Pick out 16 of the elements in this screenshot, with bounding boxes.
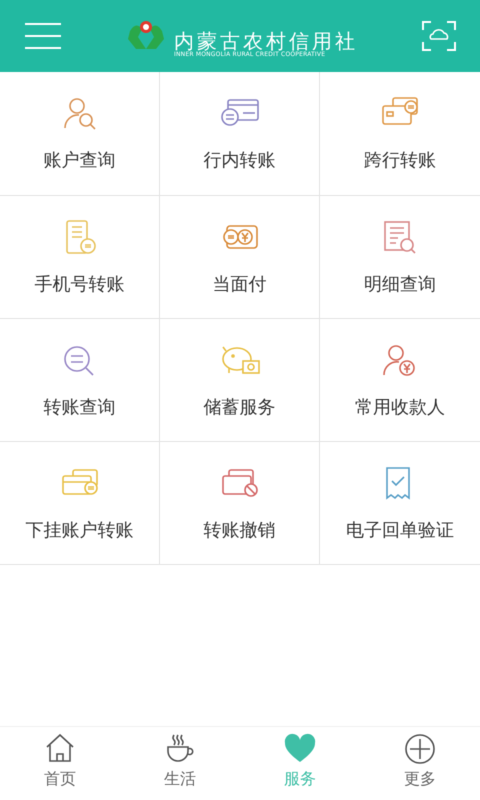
nav-tab[interactable]: 生活 [120,727,240,800]
scan-button[interactable] [422,21,456,51]
service-tile[interactable]: 手机号转账 [0,195,160,318]
nav-tab[interactable]: 更多 [360,727,480,800]
service-tile[interactable]: 转账撤销 [160,441,320,564]
menu-button[interactable] [24,21,62,51]
service-tile[interactable]: 下挂账户转账 [0,441,160,564]
service-tile[interactable]: 当面付 [160,195,320,318]
nav-tab[interactable]: 首页 [0,727,120,800]
cup-icon [164,733,196,765]
plus-icon [404,733,436,765]
bank-name: 内蒙古农村信用社 [174,30,358,52]
service-tile[interactable]: 转账查询 [0,318,160,441]
service-tile[interactable]: 储蓄服务 [160,318,320,441]
heart-icon [284,733,316,765]
home-icon [44,733,76,765]
